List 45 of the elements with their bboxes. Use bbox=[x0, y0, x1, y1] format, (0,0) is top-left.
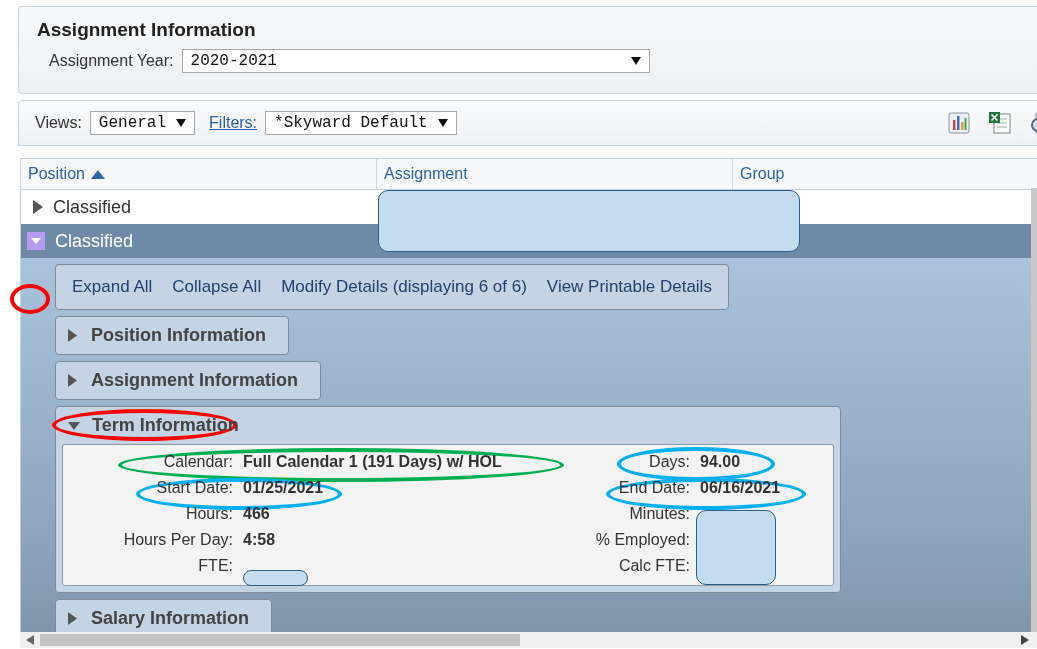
field-value: 94.00 bbox=[700, 453, 741, 471]
details-link[interactable]: View Printable Details bbox=[546, 277, 712, 297]
redaction-box bbox=[243, 570, 308, 586]
collapsed-toggle-icon[interactable] bbox=[33, 200, 43, 214]
column-header[interactable]: Assignment bbox=[377, 159, 733, 189]
field-label: Minutes: bbox=[629, 505, 690, 523]
panel-title: Assignment Information bbox=[37, 19, 257, 41]
views-label: Views: bbox=[35, 114, 82, 132]
field-value: 01/25/2021 bbox=[243, 479, 324, 497]
year-dropdown[interactable]: 2020-2021 bbox=[181, 49, 650, 73]
field-label: Calendar: bbox=[163, 453, 233, 471]
vertical-scrollbar[interactable] bbox=[1031, 188, 1037, 632]
scrollbar-thumb[interactable] bbox=[40, 634, 520, 646]
section-header[interactable]: Salary Information bbox=[55, 599, 273, 632]
field-label: Hours: bbox=[185, 505, 233, 523]
views-dropdown[interactable]: General bbox=[89, 111, 196, 135]
details-link[interactable]: Expand All bbox=[72, 277, 153, 297]
field-value: 4:58 bbox=[243, 531, 276, 549]
column-header[interactable]: Group bbox=[733, 159, 1029, 189]
field-value: 466 bbox=[243, 505, 270, 523]
scroll-right-icon[interactable] bbox=[1021, 635, 1029, 645]
chart-icon[interactable] bbox=[948, 112, 970, 134]
section-header[interactable]: Assignment Information bbox=[55, 361, 321, 400]
horizontal-scrollbar[interactable] bbox=[20, 632, 1037, 648]
position-cell[interactable]: Classified bbox=[33, 190, 373, 224]
details-link[interactable]: Collapse All bbox=[172, 277, 262, 297]
field-value: Full Calendar 1 (191 Days) w/ HOL bbox=[243, 453, 502, 471]
field-label: Calc FTE: bbox=[618, 557, 690, 575]
field-value: 06/16/2021 bbox=[700, 479, 781, 497]
field-label: % Employed: bbox=[595, 531, 690, 549]
scroll-left-icon[interactable] bbox=[26, 635, 34, 645]
caret-icon bbox=[176, 119, 187, 127]
year-label: Assignment Year: bbox=[49, 52, 174, 70]
caret-icon bbox=[630, 57, 641, 65]
filters-link[interactable]: Filters: bbox=[209, 114, 258, 132]
column-header[interactable]: Position bbox=[21, 159, 377, 189]
field-label: Hours Per Day: bbox=[123, 531, 233, 549]
field-label: FTE: bbox=[198, 557, 233, 575]
spreadsheet-icon[interactable] bbox=[988, 111, 1012, 135]
caret-icon bbox=[437, 119, 448, 127]
filters-dropdown[interactable]: *Skyward Default bbox=[265, 111, 457, 135]
expanded-toggle-icon[interactable] bbox=[27, 232, 45, 250]
details-link[interactable]: Modify Details (displaying 6 of 6) bbox=[281, 277, 527, 297]
field-label: Days: bbox=[649, 453, 690, 471]
section-header[interactable]: Position Information bbox=[55, 316, 289, 355]
